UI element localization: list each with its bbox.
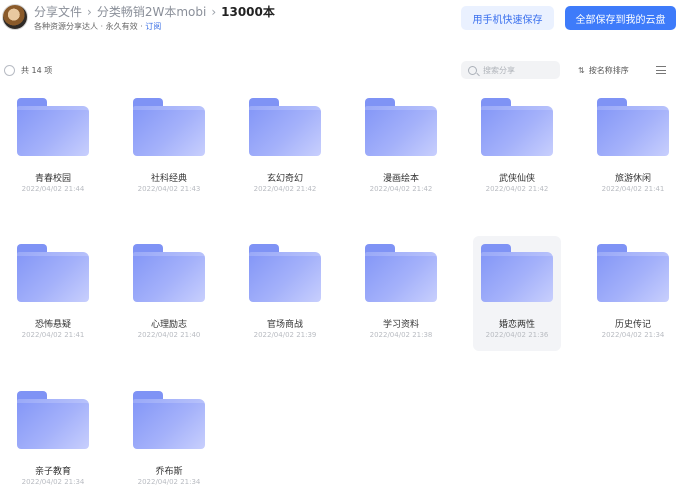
folder-icon — [597, 244, 669, 302]
breadcrumb-link-shared-files[interactable]: 分享文件 — [34, 5, 82, 19]
folder-icon — [365, 244, 437, 302]
folder-name: 官场商战 — [266, 320, 303, 330]
folder-date: 2022/04/02 21:43 — [137, 185, 201, 193]
folder-icon — [17, 98, 89, 156]
folder-item[interactable]: 玄幻奇幻 2022/04/02 21:42 — [241, 84, 329, 199]
folder-icon — [481, 244, 553, 302]
folder-item[interactable]: 亲子教育 2022/04/02 21:34 — [9, 377, 97, 492]
folder-date: 2022/04/02 21:41 — [21, 331, 85, 339]
folder-item[interactable]: 乔布斯 2022/04/02 21:34 — [125, 377, 213, 492]
folder-icon — [365, 98, 437, 156]
subscribe-link[interactable]: 订阅 — [145, 22, 161, 31]
folder-item[interactable]: 旅游休闲 2022/04/02 21:41 — [589, 84, 677, 199]
chevron-right-icon: › — [211, 5, 217, 19]
folder-icon — [17, 244, 89, 302]
folder-item[interactable]: 历史传记 2022/04/02 21:34 — [589, 230, 677, 345]
sort-label: 按名称排序 — [588, 66, 629, 75]
select-all[interactable]: 共 14 项 — [4, 65, 52, 76]
folder-name: 乔布斯 — [155, 467, 183, 477]
breadcrumb-link-category[interactable]: 分类畅销2W本mobi — [97, 5, 206, 19]
folder-icon — [249, 98, 321, 156]
folder-date: 2022/04/02 21:42 — [369, 185, 433, 193]
folder-item[interactable]: 学习资料 2022/04/02 21:38 — [357, 230, 445, 345]
breadcrumb-current: 13000本 — [221, 5, 275, 19]
folder-item[interactable]: 心理励志 2022/04/02 21:40 — [125, 230, 213, 345]
folder-item-hovered[interactable]: 婚恋两性 2022/04/02 21:36 — [473, 236, 561, 351]
folder-icon — [133, 98, 205, 156]
folder-icon — [133, 391, 205, 449]
folder-name: 青春校园 — [34, 174, 71, 184]
save-all-button[interactable]: 全部保存到我的云盘 — [565, 6, 676, 30]
folder-item[interactable]: 青春校园 2022/04/02 21:44 — [9, 84, 97, 199]
folder-item[interactable]: 武侠仙侠 2022/04/02 21:42 — [473, 84, 561, 199]
item-count: 共 14 项 — [21, 66, 53, 75]
search-icon — [468, 65, 477, 75]
folder-item[interactable]: 恐怖悬疑 2022/04/02 21:41 — [9, 230, 97, 345]
search-input[interactable] — [483, 65, 555, 75]
folder-date: 2022/04/02 21:39 — [253, 331, 317, 339]
owner-info: 各种资源分享达人 · 永久有效 · — [34, 22, 146, 31]
folder-date: 2022/04/02 21:44 — [21, 185, 85, 193]
folder-icon — [597, 98, 669, 156]
folder-item[interactable]: 社科经典 2022/04/02 21:43 — [125, 84, 213, 199]
folder-date: 2022/04/02 21:42 — [485, 185, 549, 193]
folder-name: 恐怖悬疑 — [34, 320, 71, 330]
folder-name: 心理励志 — [150, 320, 187, 330]
folder-name: 玄幻奇幻 — [266, 174, 303, 184]
sort-button[interactable]: ⇅ 按名称排序 — [578, 65, 629, 76]
folder-date: 2022/04/02 21:36 — [485, 331, 549, 339]
chevron-right-icon: › — [87, 5, 92, 19]
share-subtitle: 各种资源分享达人 · 永久有效 · 订阅 — [34, 21, 161, 32]
folder-name: 武侠仙侠 — [498, 174, 535, 184]
folder-date: 2022/04/02 21:38 — [369, 331, 433, 339]
folder-date: 2022/04/02 21:34 — [137, 478, 201, 486]
sort-arrows-icon: ⇅ — [578, 66, 585, 75]
avatar[interactable] — [2, 4, 28, 30]
folder-icon — [133, 244, 205, 302]
folder-date: 2022/04/02 21:34 — [601, 331, 665, 339]
folder-name: 亲子教育 — [34, 467, 71, 477]
folder-name: 旅游休闲 — [614, 174, 651, 184]
folder-icon — [249, 244, 321, 302]
folder-item[interactable]: 漫画绘本 2022/04/02 21:42 — [357, 84, 445, 199]
list-menu-icon[interactable] — [656, 66, 666, 75]
folder-icon — [481, 98, 553, 156]
folder-item[interactable]: 官场商战 2022/04/02 21:39 — [241, 230, 329, 345]
folder-name: 历史传记 — [614, 320, 651, 330]
select-all-radio[interactable] — [4, 65, 15, 76]
folder-date: 2022/04/02 21:34 — [21, 478, 85, 486]
folder-icon — [17, 391, 89, 449]
folder-name: 社科经典 — [150, 174, 187, 184]
folder-date: 2022/04/02 21:42 — [253, 185, 317, 193]
phone-save-button[interactable]: 用手机快速保存 — [461, 6, 554, 30]
folder-date: 2022/04/02 21:41 — [601, 185, 665, 193]
folder-name: 漫画绘本 — [382, 174, 419, 184]
folder-date: 2022/04/02 21:40 — [137, 331, 201, 339]
breadcrumb: 分享文件 › 分类畅销2W本mobi › 13000本 — [34, 3, 275, 20]
search-box[interactable] — [461, 61, 560, 79]
folder-name: 婚恋两性 — [498, 320, 535, 330]
folder-name: 学习资料 — [382, 320, 419, 330]
